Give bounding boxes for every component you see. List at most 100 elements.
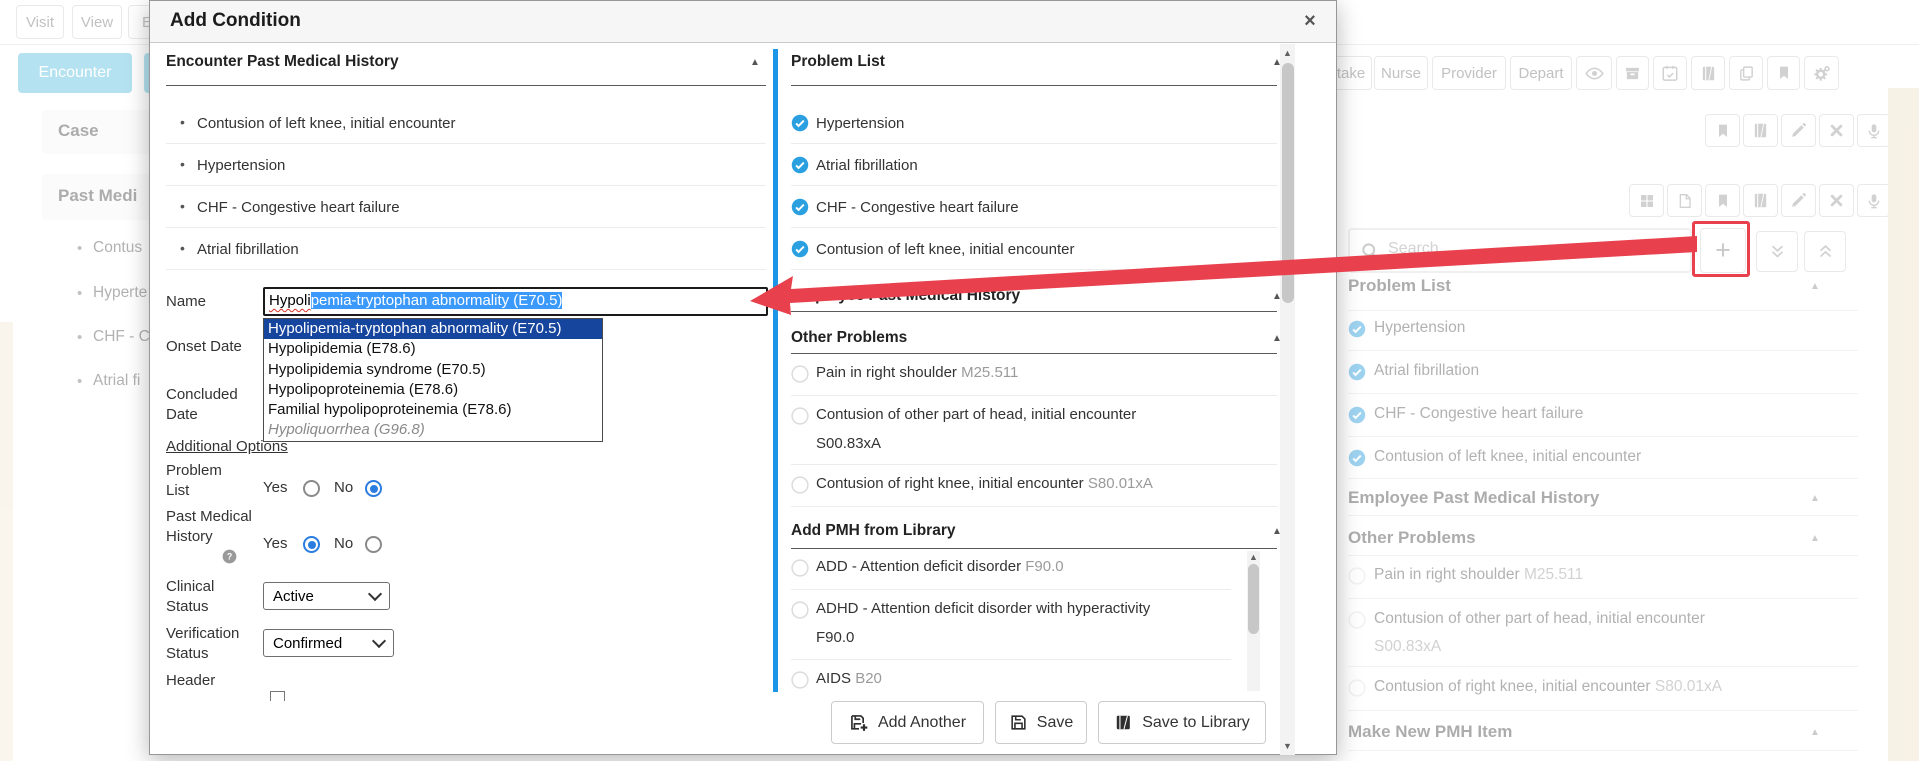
library-button[interactable] (1743, 184, 1778, 217)
section-title[interactable]: Encounter Past Medical History (166, 53, 399, 71)
autocomplete-option[interactable]: Hypolipoproteinemia (E78.6) (264, 380, 602, 400)
scroll-down-icon[interactable]: ▼ (1280, 741, 1295, 751)
past-medical-yes-radio[interactable] (303, 536, 320, 553)
header-checkbox[interactable] (270, 691, 285, 701)
list-item[interactable]: Atrial fibrillation (1374, 362, 1479, 380)
list-item[interactable]: ADD - Attention deficit disorder F90.0 (816, 558, 1064, 575)
delete-button[interactable] (1819, 114, 1854, 147)
divider (1348, 436, 1858, 437)
autocomplete-option[interactable]: Familial hypolipoproteinemia (E78.6) (264, 400, 602, 420)
dialog-scrollbar[interactable]: ▲ ▼ (1280, 44, 1295, 755)
no-label: No (334, 478, 353, 498)
library-list-scrollbar[interactable]: ▲ (1247, 551, 1260, 691)
list-item[interactable]: Contusion of left knee, initial encounte… (1374, 448, 1641, 466)
list-item[interactable]: CHF - Congestive heart failure (197, 199, 400, 216)
list-item[interactable]: Contusion of right knee, initial encount… (816, 475, 1153, 492)
help-icon[interactable]: ? (222, 549, 237, 564)
bullet-icon: • (77, 329, 82, 346)
collapse-icon[interactable]: ▲ (1810, 533, 1820, 544)
list-item[interactable]: Pain in right shoulder M25.511 (816, 364, 1018, 381)
file-icon (1677, 193, 1693, 209)
circle-icon (791, 476, 809, 494)
edit-button[interactable] (1781, 114, 1816, 147)
view-button[interactable]: View (72, 5, 122, 39)
scroll-up-icon[interactable]: ▲ (1280, 48, 1295, 58)
edit-button[interactable] (1781, 184, 1816, 217)
calendar-button[interactable] (1653, 56, 1687, 90)
name-input[interactable]: Hypolipemia-tryptophan abnormality (E70.… (263, 287, 768, 316)
bookmark-button[interactable] (1767, 56, 1800, 90)
grid-view-button[interactable] (1629, 184, 1664, 217)
section-title[interactable]: Other Problems (791, 329, 907, 347)
archive-button[interactable] (1616, 56, 1649, 90)
list-item[interactable]: Pain in right shoulder M25.511 (1374, 566, 1583, 584)
chevron-double-up-icon (1817, 243, 1834, 260)
list-item[interactable]: Hypertension (1374, 319, 1465, 337)
collapse-icon[interactable]: ▲ (1810, 281, 1820, 292)
past-medical-no-radio[interactable] (365, 536, 382, 553)
nurse-tab[interactable]: Nurse (1374, 56, 1428, 90)
section-title[interactable]: Problem List (791, 53, 885, 71)
list-item[interactable]: AIDS B20 (816, 670, 882, 687)
list-item[interactable]: Atrial fibrillation (816, 157, 918, 174)
list-item: Hyperte (93, 284, 147, 302)
search-input[interactable] (1386, 239, 1660, 259)
document-button[interactable] (1667, 184, 1702, 217)
save-to-library-button[interactable]: Save to Library (1098, 701, 1266, 744)
autocomplete-option[interactable]: Hypolipidemia (E78.6) (264, 339, 602, 359)
list-item[interactable]: Contusion of other part of head, initial… (1374, 610, 1705, 628)
clinical-status-select[interactable]: Active (263, 582, 390, 610)
autocomplete-option[interactable]: Hypolipidemia syndrome (E70.5) (264, 360, 602, 380)
save-button[interactable]: Save (995, 701, 1087, 744)
list-item[interactable]: CHF - Congestive heart failure (1374, 405, 1583, 423)
list-item[interactable]: Contusion of left knee, initial encounte… (816, 241, 1075, 258)
delete-button[interactable] (1819, 184, 1854, 217)
list-item[interactable]: ADHD - Attention deficit disorder with h… (816, 600, 1150, 617)
past-medical-history-label: Past Medical History (166, 507, 256, 547)
collapse-icon[interactable]: ▲ (1810, 493, 1820, 504)
dictate-button[interactable] (1857, 184, 1890, 217)
close-button[interactable]: × (1296, 7, 1324, 35)
scrollbar-thumb[interactable] (1248, 564, 1259, 634)
dialog-title: Add Condition (170, 10, 301, 32)
list-item[interactable]: Atrial fibrillation (197, 241, 299, 258)
list-item[interactable]: Hypertension (197, 157, 285, 174)
header-label: Header (166, 671, 215, 691)
copy-button[interactable] (1729, 56, 1763, 90)
divider (166, 185, 766, 186)
provider-tab[interactable]: Provider (1432, 56, 1506, 90)
encounter-tab[interactable]: Encounter (18, 53, 132, 93)
problem-list-yes-radio[interactable] (303, 480, 320, 497)
autocomplete-option[interactable]: Hypolipemia-tryptophan abnormality (E70.… (264, 319, 602, 339)
library-button[interactable] (1691, 56, 1725, 90)
autocomplete-option[interactable]: Hypoliquorrhea (G96.8) (264, 420, 602, 440)
list-item[interactable]: CHF - Congestive heart failure (816, 199, 1019, 216)
depart-tab[interactable]: Depart (1510, 56, 1572, 90)
list-item[interactable]: Contusion of left knee, initial encounte… (197, 115, 456, 132)
expand-all-button[interactable] (1804, 231, 1846, 272)
collapse-all-button[interactable] (1756, 231, 1798, 272)
divider (791, 506, 1277, 507)
bookmark-button[interactable] (1705, 184, 1740, 217)
section-title[interactable]: Add PMH from Library (791, 522, 955, 540)
add-another-button[interactable]: Add Another (831, 701, 984, 744)
scrollbar-thumb[interactable] (1282, 63, 1294, 303)
problem-list-no-radio[interactable] (365, 480, 382, 497)
microphone-icon (1866, 123, 1882, 139)
list-item[interactable]: Contusion of other part of head, initial… (816, 406, 1136, 423)
section-title[interactable]: Employee Past Medical History (791, 287, 1020, 305)
visit-button[interactable]: Visit (16, 5, 64, 39)
list-item[interactable]: Hypertension (816, 115, 904, 132)
settings-button[interactable] (1804, 56, 1839, 90)
divider (1348, 515, 1858, 516)
collapse-icon[interactable]: ▲ (1810, 727, 1820, 738)
dictate-button[interactable] (1857, 114, 1890, 147)
divider (791, 659, 1231, 660)
list-item[interactable]: Contusion of right knee, initial encount… (1374, 678, 1722, 696)
scroll-up-icon[interactable]: ▲ (1247, 552, 1260, 562)
section-title: Employee Past Medical History (1348, 488, 1599, 508)
bookmark-button[interactable] (1705, 114, 1740, 147)
library-button[interactable] (1743, 114, 1778, 147)
eye-button[interactable] (1576, 56, 1612, 90)
verification-status-select[interactable]: Confirmed (263, 629, 394, 657)
